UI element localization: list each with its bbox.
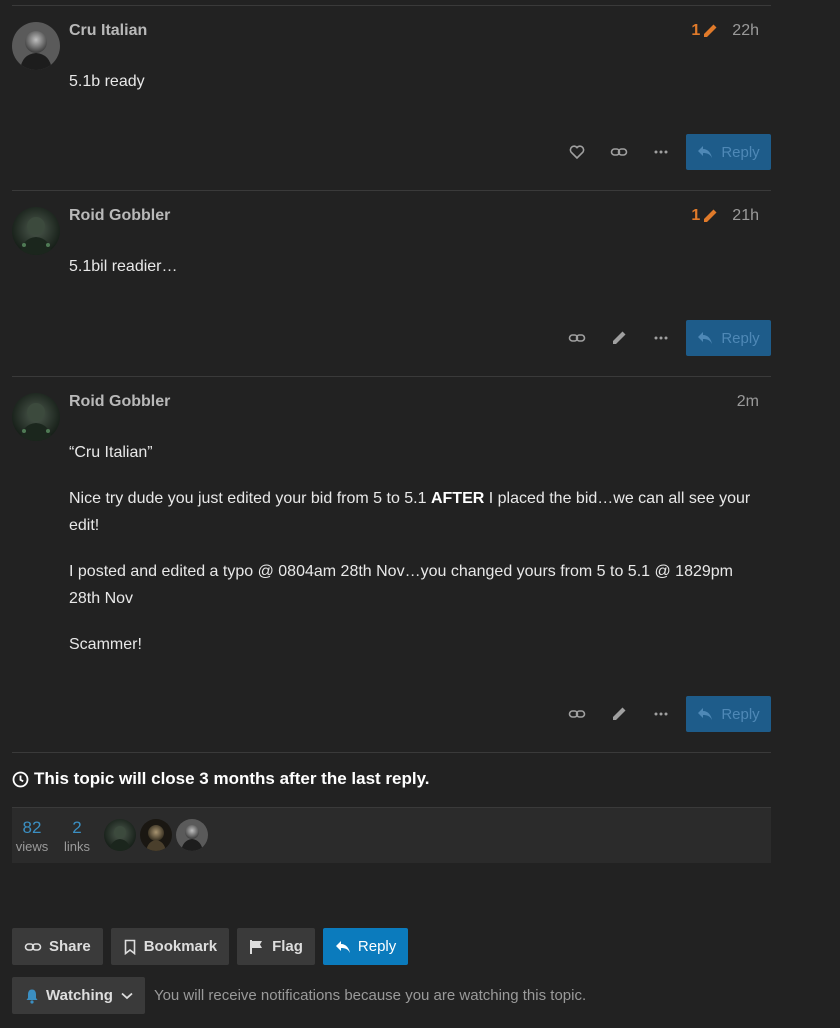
flag-button[interactable]: Flag (237, 928, 315, 965)
link-icon (24, 942, 42, 951)
reply-button[interactable]: Reply (686, 320, 771, 356)
post-paragraph: Nice try dude you just edited your bid f… (69, 485, 759, 539)
post-text: 5.1bil readier… (69, 258, 178, 275)
flag-icon (250, 939, 263, 954)
reply-icon (698, 332, 713, 344)
reply-topic-button[interactable]: Reply (322, 928, 409, 965)
topic-close-notice: This topic will close 3 months after the… (12, 769, 430, 789)
views-stat: 82 views (14, 818, 50, 856)
edit-button[interactable] (598, 696, 640, 732)
edit-count: 1 (691, 207, 701, 224)
edit-button[interactable] (598, 320, 640, 356)
divider (12, 752, 771, 753)
post-time[interactable]: 21h (732, 207, 759, 225)
post-meta: 2m (737, 393, 759, 411)
more-icon (654, 336, 668, 340)
username[interactable]: Cru Italian (69, 22, 147, 40)
links-count: 2 (72, 818, 82, 837)
reply-label: Reply (721, 705, 760, 723)
pencil-icon (704, 209, 717, 222)
text-segment: Nice try dude you just edited your bid f… (69, 490, 431, 507)
more-button[interactable] (640, 320, 682, 356)
more-button[interactable] (640, 134, 682, 170)
reply-button[interactable]: Reply (686, 696, 771, 732)
watching-label: Watching (46, 987, 113, 1004)
heart-icon (569, 145, 585, 160)
reply-icon (698, 708, 713, 720)
post-actions: Reply (556, 134, 771, 170)
edit-history-badge[interactable]: 1 (691, 22, 718, 40)
post-time[interactable]: 2m (737, 393, 759, 411)
pencil-icon (704, 24, 717, 37)
post-body: 5.1b ready (69, 68, 759, 114)
avatar[interactable] (12, 22, 60, 70)
more-icon (654, 150, 668, 154)
reply-button[interactable]: Reply (686, 134, 771, 170)
participant-avatar[interactable] (176, 819, 208, 851)
link-icon (568, 710, 586, 718)
copy-link-button[interactable] (598, 134, 640, 170)
bookmark-label: Bookmark (143, 938, 218, 955)
post-body: “Cru Italian” Nice try dude you just edi… (69, 439, 759, 677)
edit-count: 1 (691, 22, 701, 39)
links-stat[interactable]: 2 links (60, 818, 94, 856)
post-actions: Reply (556, 696, 771, 732)
participant-avatar[interactable] (104, 819, 136, 851)
topic-footer-buttons: Share Bookmark Flag Reply (12, 928, 416, 965)
more-icon (654, 712, 668, 716)
views-count: 82 (22, 818, 42, 837)
share-label: Share (49, 938, 91, 955)
notification-description: You will receive notifications because y… (153, 987, 587, 1004)
post: Roid Gobbler 1 21h 5.1bil readier… Reply (12, 190, 771, 377)
flag-label: Flag (272, 938, 303, 955)
notification-level-dropdown[interactable]: Watching (12, 977, 145, 1014)
pencil-icon (613, 707, 626, 720)
post: Roid Gobbler 2m “Cru Italian” Nice try d… (12, 376, 771, 753)
copy-link-button[interactable] (556, 696, 598, 732)
post-time[interactable]: 22h (732, 22, 759, 40)
post-meta: 1 22h (691, 22, 759, 40)
pencil-icon (613, 331, 626, 344)
bookmark-icon (124, 939, 136, 955)
link-icon (610, 148, 628, 156)
username[interactable]: Roid Gobbler (69, 207, 170, 225)
avatar[interactable] (12, 207, 60, 255)
like-button[interactable] (556, 134, 598, 170)
close-notice-text: This topic will close 3 months after the… (34, 769, 430, 788)
post-text: 5.1b ready (69, 73, 145, 90)
views-label: views (15, 839, 49, 854)
reply-label: Reply (357, 938, 397, 955)
chevron-down-icon (121, 992, 133, 999)
notification-row: Watching You will receive notifications … (12, 977, 586, 1014)
links-label: links (63, 839, 90, 854)
post-meta: 1 21h (691, 207, 759, 225)
participant-avatar[interactable] (140, 819, 172, 851)
post-actions: Reply (556, 320, 771, 356)
post-body: 5.1bil readier… (69, 253, 759, 299)
quote-text: “Cru Italian” (69, 444, 153, 461)
bold-text: AFTER (430, 490, 485, 507)
post: Cru Italian 1 22h 5.1b ready Reply (12, 5, 771, 191)
avatar[interactable] (12, 393, 60, 441)
reply-icon (335, 940, 350, 953)
reply-icon (698, 146, 713, 158)
username[interactable]: Roid Gobbler (69, 393, 170, 411)
clock-icon (12, 771, 29, 787)
share-button[interactable]: Share (12, 928, 103, 965)
topic-map: 82 views 2 links (12, 807, 771, 863)
more-button[interactable] (640, 696, 682, 732)
edit-history-badge[interactable]: 1 (691, 207, 718, 225)
reply-label: Reply (721, 329, 760, 347)
reply-label: Reply (721, 143, 760, 161)
copy-link-button[interactable] (556, 320, 598, 356)
post-paragraph: Scammer! (69, 636, 142, 653)
post-paragraph: I posted and edited a typo @ 0804am 28th… (69, 563, 733, 607)
bookmark-button[interactable]: Bookmark (110, 928, 230, 965)
link-icon (568, 334, 586, 342)
bell-icon (26, 989, 38, 1004)
